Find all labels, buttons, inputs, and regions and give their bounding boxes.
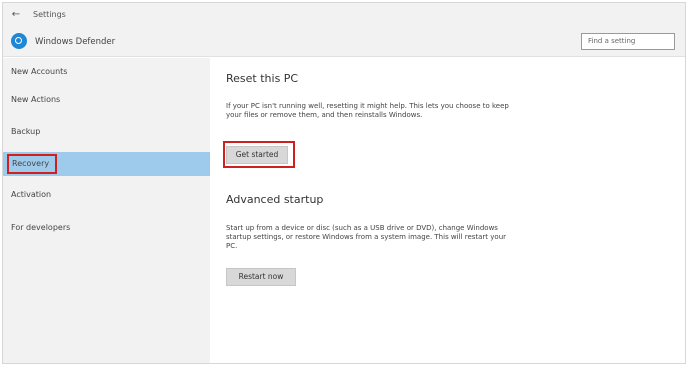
sidebar-item-label: New Actions (11, 95, 61, 104)
app-name: Windows Defender (35, 37, 116, 47)
advanced-startup-description: Start up from a device or disc (such as … (226, 224, 507, 250)
sidebar-item-label: Activation (11, 190, 52, 199)
restart-now-button[interactable]: Restart now (226, 268, 296, 286)
title-bar: ← Settings (3, 3, 685, 27)
settings-window: ← Settings Windows Defender Find a setti… (2, 2, 686, 364)
sidebar-item-backup[interactable]: Backup (3, 120, 210, 144)
sidebar-item-label: Backup (11, 127, 41, 136)
settings-gear-icon (11, 33, 27, 49)
sidebar-item-for-developers[interactable]: For developers (3, 216, 210, 240)
sidebar-item-label: For developers (11, 223, 71, 232)
advanced-startup-heading: Advanced startup (226, 193, 324, 206)
sidebar-item-label: Recovery (7, 154, 58, 174)
reset-pc-heading: Reset this PC (226, 72, 299, 85)
sidebar-item-label: New Accounts (11, 67, 68, 76)
reset-pc-description: If your PC isn't running well, resetting… (226, 102, 509, 119)
sidebar: New Accounts New Actions Backup Recovery… (3, 58, 210, 363)
sidebar-item-activation[interactable]: Activation (3, 183, 210, 207)
main-content: Reset this PC If your PC isn't running w… (210, 58, 685, 363)
search-input[interactable]: Find a setting (581, 33, 675, 50)
sidebar-item-new-accounts[interactable]: New Accounts (3, 60, 210, 84)
sidebar-item-recovery[interactable]: Recovery (3, 152, 210, 176)
get-started-button[interactable]: Get started (226, 146, 288, 164)
back-arrow-icon[interactable]: ← (9, 8, 23, 22)
app-header: Windows Defender Find a setting (3, 27, 685, 57)
sidebar-item-new-actions[interactable]: New Actions (3, 88, 210, 112)
window-title: Settings (33, 10, 66, 19)
